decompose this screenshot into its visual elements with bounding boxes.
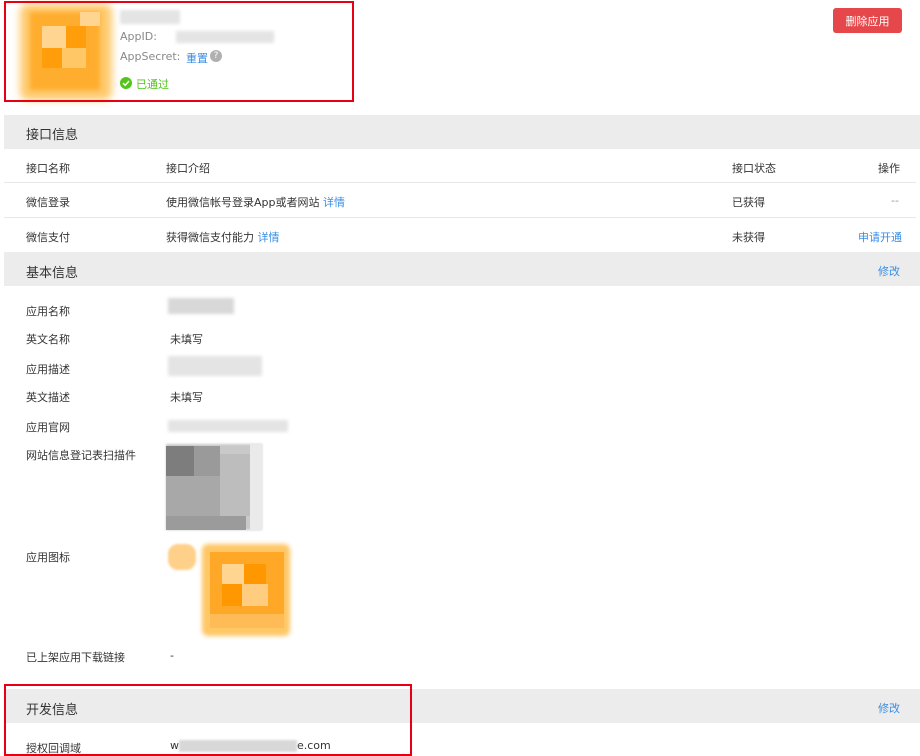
- detail-link[interactable]: 详情: [323, 196, 345, 209]
- interface-section-title: 接口信息: [26, 128, 79, 143]
- dev-highlight-box: [4, 684, 412, 756]
- interface-name: 微信登录: [26, 196, 70, 209]
- app-desc-value-redacted: [168, 356, 262, 376]
- interface-section-bar: [4, 115, 920, 149]
- en-name-value: 未填写: [170, 333, 203, 346]
- divider: [4, 217, 916, 218]
- col-interface-action: 操作: [878, 162, 900, 175]
- icon-label: 应用图标: [26, 551, 70, 564]
- website-value-redacted: [168, 420, 288, 432]
- scan-thumbnail[interactable]: [166, 444, 262, 530]
- basic-section-title: 基本信息: [26, 266, 79, 281]
- en-desc-value: 未填写: [170, 391, 203, 404]
- website-label: 应用官网: [26, 421, 70, 434]
- interface-intro: 获得微信支付能力 详情: [166, 229, 280, 245]
- basic-edit-link[interactable]: 修改: [878, 263, 900, 279]
- app-desc-label: 应用描述: [26, 363, 70, 376]
- divider: [4, 182, 916, 183]
- download-link-label: 已上架应用下载链接: [26, 651, 125, 664]
- app-name-label: 应用名称: [26, 305, 70, 318]
- dev-edit-link[interactable]: 修改: [878, 700, 900, 716]
- en-name-label: 英文名称: [26, 333, 70, 346]
- interface-intro: 使用微信帐号登录App或者网站 详情: [166, 194, 345, 210]
- scan-label: 网站信息登记表扫描件: [26, 449, 136, 462]
- en-desc-label: 英文描述: [26, 391, 70, 404]
- app-icon-image: [166, 542, 290, 636]
- interface-name: 微信支付: [26, 231, 70, 244]
- interface-status: 未获得: [732, 231, 765, 244]
- col-interface-name: 接口名称: [26, 162, 70, 175]
- interface-intro-text: 获得微信支付能力: [166, 231, 254, 244]
- apply-activation-link[interactable]: 申请开通: [858, 229, 902, 245]
- app-name-value-redacted: [168, 298, 234, 314]
- download-link-value: -: [170, 649, 174, 662]
- col-interface-status: 接口状态: [732, 162, 776, 175]
- col-interface-intro: 接口介绍: [166, 162, 210, 175]
- basic-section-bar: [4, 252, 920, 286]
- interface-status: 已获得: [732, 196, 765, 209]
- detail-link[interactable]: 详情: [258, 231, 280, 244]
- interface-action: --: [891, 194, 899, 207]
- delete-app-button[interactable]: 删除应用: [833, 8, 902, 33]
- interface-intro-text: 使用微信帐号登录App或者网站: [166, 196, 320, 209]
- header-highlight-box: [4, 1, 354, 102]
